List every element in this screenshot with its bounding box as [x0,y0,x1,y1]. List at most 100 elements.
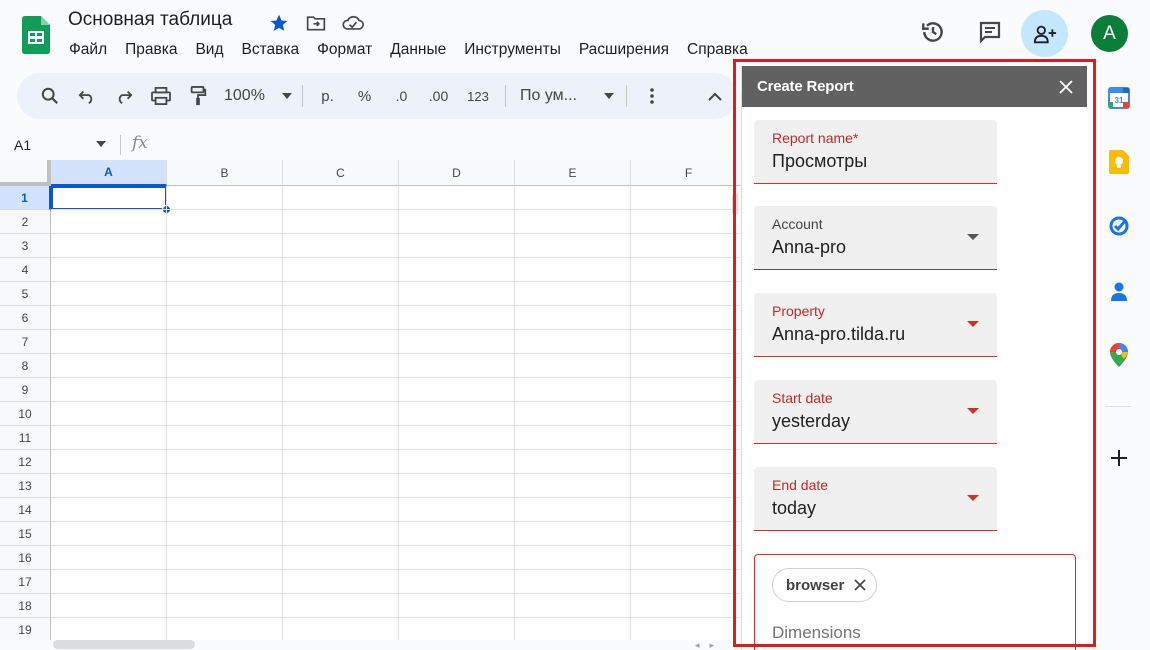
dimension-chip[interactable]: browser [772,568,877,602]
chip-remove-button[interactable] [854,579,866,591]
dropdown-arrow-icon[interactable] [967,408,979,414]
property-value: Anna-pro.tilda.ru [772,324,979,345]
row-header-1[interactable]: 1 [0,186,51,210]
row-header-16[interactable]: 16 [0,546,51,570]
row-header-15[interactable]: 15 [0,522,51,546]
sheets-app: Основная таблица Файл Правка Вид Вставка… [0,0,1150,650]
add-person-icon [1033,23,1057,45]
account-select[interactable]: Account Anna-pro [754,206,997,270]
select-all-corner[interactable] [0,160,51,186]
row-header-8[interactable]: 8 [0,354,51,378]
tasks-icon[interactable] [1107,214,1131,238]
font-select[interactable]: По ум... [512,81,620,111]
increase-decimal-button[interactable]: .00 [420,81,457,111]
end-date-value: today [772,498,979,519]
comments-button[interactable] [970,12,1010,52]
row-header-17[interactable]: 17 [0,570,51,594]
row-header-14[interactable]: 14 [0,498,51,522]
column-header-f[interactable]: F [631,160,740,186]
share-button[interactable] [1021,10,1068,57]
paint-format-button[interactable] [179,81,216,111]
property-select[interactable]: Property Anna-pro.tilda.ru [754,293,997,357]
row-header-11[interactable]: 11 [0,426,51,450]
undo-button[interactable] [68,81,105,111]
row-header-18[interactable]: 18 [0,594,51,618]
close-panel-button[interactable] [1059,80,1073,94]
menu-edit[interactable]: Правка [116,39,186,63]
zoom-select[interactable]: 100% [216,81,296,111]
row-header-9[interactable]: 9 [0,378,51,402]
currency-format-button[interactable]: р. [309,81,346,111]
end-date-select[interactable]: End date today [754,467,997,531]
version-history-button[interactable] [913,12,953,52]
get-addons-button[interactable] [1107,446,1131,470]
more-options-button[interactable] [633,81,670,111]
collapse-menus-button[interactable] [696,81,733,111]
menu-insert[interactable]: Вставка [233,39,309,63]
grid-line [166,186,167,640]
dropdown-arrow-icon[interactable] [967,234,979,240]
calendar-day: 31 [1115,96,1124,105]
report-name-input[interactable]: Просмотры [772,151,979,172]
maps-icon[interactable] [1107,343,1131,367]
column-header-a[interactable]: A [51,160,167,186]
row-header-2[interactable]: 2 [0,210,51,234]
sheets-logo-icon[interactable] [22,16,50,54]
print-button[interactable] [142,81,179,111]
menu-help[interactable]: Справка [678,39,757,63]
search-menus-button[interactable] [31,81,68,111]
chip-label: browser [786,577,844,594]
percent-format-button[interactable]: % [346,81,383,111]
vertical-scrollbar[interactable] [732,193,738,215]
column-header-b[interactable]: B [167,160,283,186]
row-header-4[interactable]: 4 [0,258,51,282]
document-title[interactable]: Основная таблица [68,9,232,31]
more-formats-button[interactable]: 123 [457,81,499,111]
contacts-icon[interactable] [1107,280,1131,304]
dropdown-arrow-icon[interactable] [967,495,979,501]
report-name-field[interactable]: Report name* Просмотры [754,120,997,184]
column-header-c[interactable]: C [283,160,399,186]
move-folder-icon[interactable] [305,12,327,34]
scroll-right-icon[interactable]: ▸ [710,640,715,650]
row-header-6[interactable]: 6 [0,306,51,330]
dimensions-input[interactable]: browser Dimensions [754,554,1076,650]
horizontal-scrollbar[interactable] [53,640,195,649]
more-vertical-icon [650,88,654,104]
plus-icon [1110,449,1128,467]
menu-tools[interactable]: Инструменты [455,39,570,63]
avatar[interactable]: A [1091,15,1128,52]
keep-icon[interactable] [1107,150,1131,174]
row-header-13[interactable]: 13 [0,474,51,498]
caret-down-icon[interactable] [96,141,106,147]
scroll-arrows[interactable]: ◂ ▸ [695,640,714,650]
row-header-5[interactable]: 5 [0,282,51,306]
dropdown-arrow-icon[interactable] [967,321,979,327]
row-header-3[interactable]: 3 [0,234,51,258]
column-header-d[interactable]: D [399,160,515,186]
row-header-19[interactable]: 19 [0,618,51,640]
formula-bar-separator [120,135,121,155]
menu-format[interactable]: Формат [308,39,381,63]
menu-extensions[interactable]: Расширения [570,39,678,63]
star-icon[interactable] [268,12,290,34]
redo-button[interactable] [105,81,142,111]
grid-line [630,186,631,640]
column-header-e[interactable]: E [515,160,631,186]
start-date-select[interactable]: Start date yesterday [754,380,997,444]
row-header-12[interactable]: 12 [0,450,51,474]
menu-view[interactable]: Вид [186,39,232,63]
row-header-10[interactable]: 10 [0,402,51,426]
row-header-7[interactable]: 7 [0,330,51,354]
decrease-decimal-button[interactable]: .0 [383,81,420,111]
spreadsheet-grid[interactable]: ABCDEF 12345678910111213141516171819 [0,160,740,640]
menu-file[interactable]: Файл [60,39,116,63]
selected-cell[interactable] [51,186,167,210]
menu-data[interactable]: Данные [381,39,455,63]
calendar-icon[interactable]: 31 [1107,86,1131,110]
undo-icon [78,88,96,104]
dimensions-placeholder: Dimensions [772,623,861,643]
name-box[interactable]: A1 [14,136,109,154]
cloud-saved-icon[interactable] [342,12,364,34]
scroll-left-icon[interactable]: ◂ [695,640,700,650]
